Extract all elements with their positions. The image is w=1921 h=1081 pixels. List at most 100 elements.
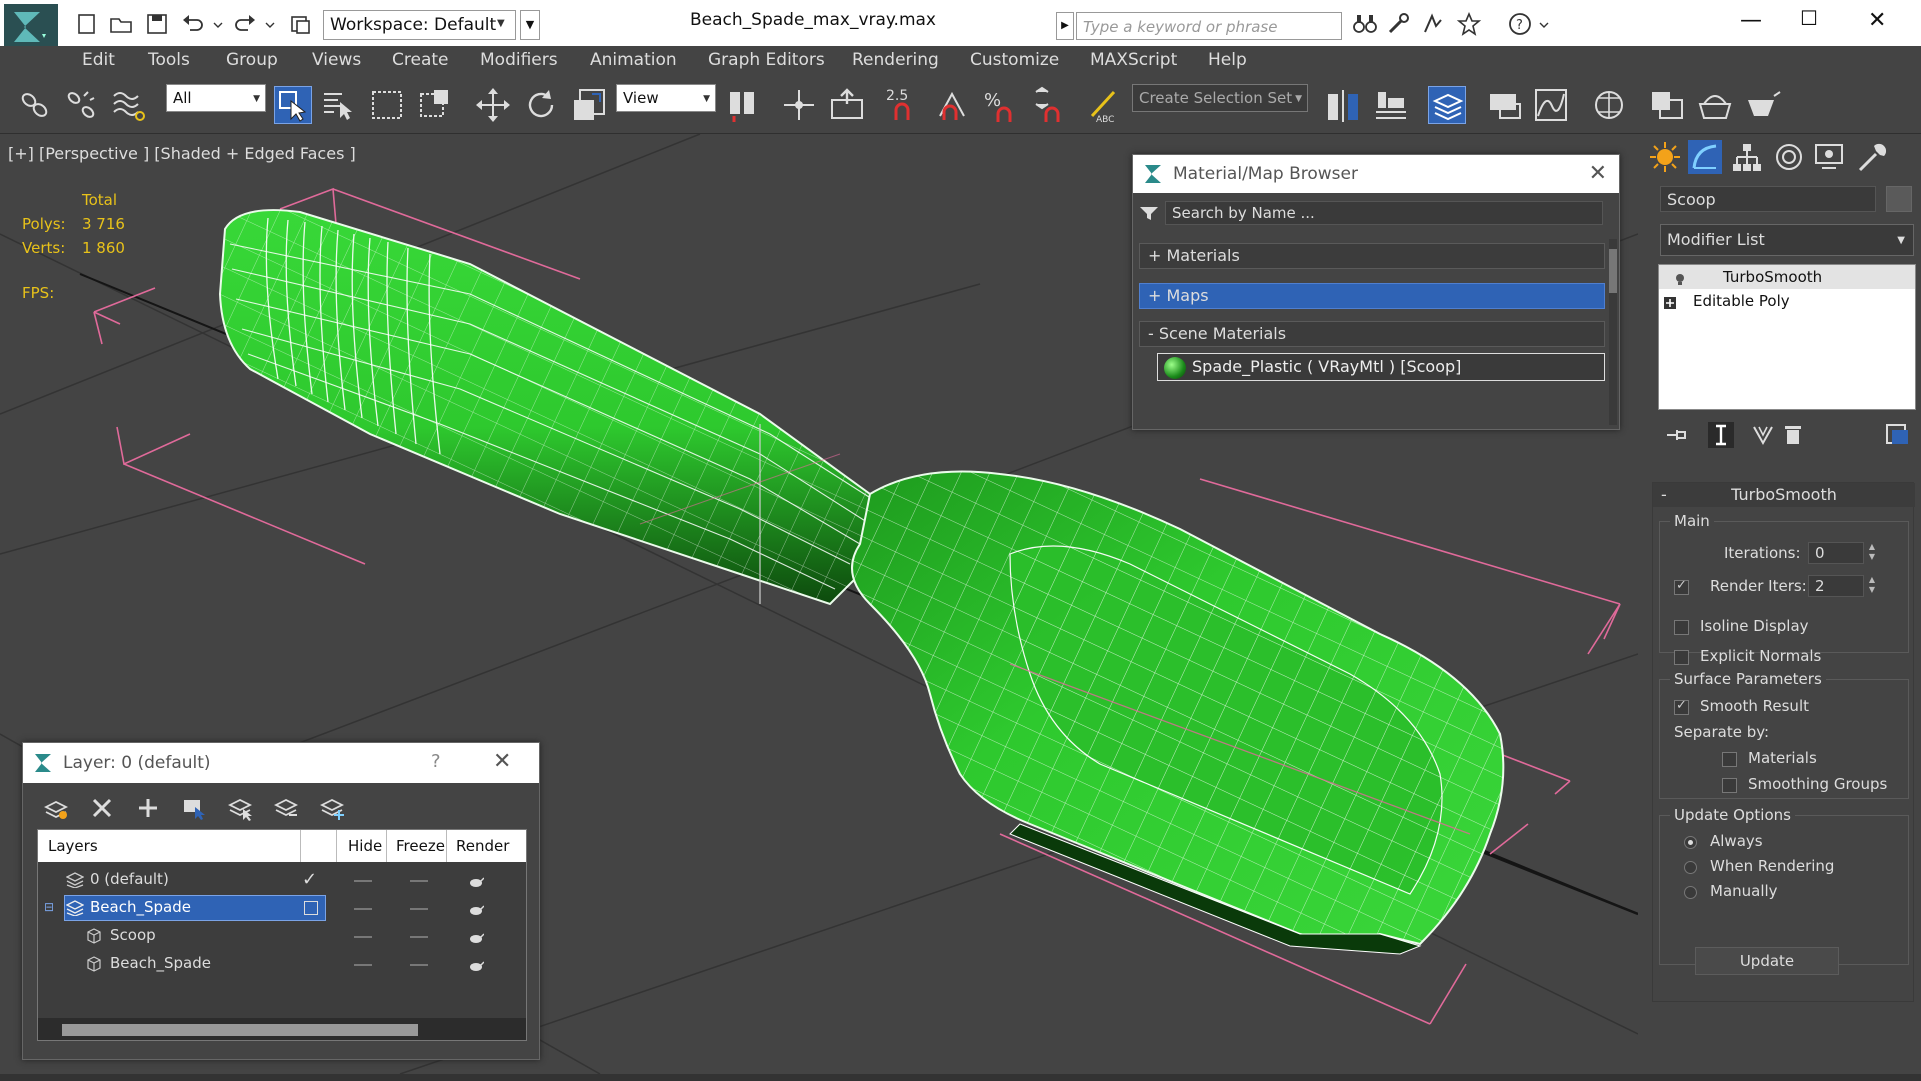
stack-item-editable-poly[interactable]: Editable Poly bbox=[1659, 289, 1915, 313]
explicit-normals-checkbox[interactable] bbox=[1674, 650, 1689, 665]
menu-tools[interactable]: Tools bbox=[148, 50, 190, 70]
angle-snap-icon[interactable] bbox=[934, 86, 972, 124]
separate-materials-checkbox[interactable] bbox=[1722, 752, 1737, 767]
pin-stack-icon[interactable] bbox=[1664, 422, 1690, 448]
help-icon[interactable]: ? bbox=[431, 751, 441, 772]
set-active-layer-checkbox[interactable] bbox=[304, 901, 318, 915]
hide-toggle[interactable] bbox=[354, 880, 372, 882]
hide-toggle[interactable] bbox=[354, 936, 372, 938]
mirror-icon[interactable] bbox=[1324, 86, 1362, 124]
minimize-icon[interactable]: — bbox=[1740, 8, 1762, 33]
select-object-icon[interactable] bbox=[274, 86, 312, 124]
unlink-icon[interactable] bbox=[62, 86, 100, 124]
close-icon[interactable]: ✕ bbox=[1589, 161, 1607, 186]
community-icon[interactable] bbox=[1420, 12, 1446, 36]
update-manually-radio[interactable] bbox=[1684, 886, 1697, 899]
menu-create[interactable]: Create bbox=[392, 50, 449, 70]
freeze-unfreeze-layers-icon[interactable] bbox=[319, 795, 345, 821]
material-search-input[interactable]: Search by Name ... bbox=[1165, 201, 1603, 225]
reference-coordinate-dropdown[interactable]: View ▼ bbox=[616, 84, 716, 112]
column-layers[interactable]: Layers bbox=[48, 837, 98, 855]
category-maps[interactable]: + Maps bbox=[1139, 283, 1605, 309]
menu-group[interactable]: Group bbox=[226, 50, 278, 70]
update-when-rendering-radio[interactable] bbox=[1684, 861, 1697, 874]
scene-material-item[interactable]: Spade_Plastic ( VRayMtl ) [Scoop] bbox=[1157, 353, 1605, 381]
hide-toggle[interactable] bbox=[354, 908, 372, 910]
material-browser-scrollbar[interactable] bbox=[1609, 239, 1617, 425]
named-selection-set-dropdown[interactable]: Create Selection Set ▼ bbox=[1132, 84, 1308, 112]
align-icon[interactable] bbox=[1372, 86, 1410, 124]
workspace-more-icon[interactable]: ▼ bbox=[520, 10, 540, 40]
collapse-minus-icon[interactable]: ⊟ bbox=[44, 900, 54, 914]
render-iters-checkbox[interactable] bbox=[1674, 578, 1689, 595]
favorites-star-icon[interactable] bbox=[1456, 11, 1482, 36]
column-freeze[interactable]: Freeze bbox=[396, 837, 445, 855]
teapot-render-icon[interactable] bbox=[468, 958, 485, 971]
render-iters-spinner-arrows-icon[interactable]: ▲ ▼ bbox=[1866, 575, 1878, 597]
teapot-render-icon[interactable] bbox=[468, 874, 485, 887]
column-hide[interactable]: Hide bbox=[348, 837, 382, 855]
scene-explorer-layers-icon[interactable] bbox=[1428, 86, 1466, 124]
render-production-icon[interactable] bbox=[1744, 86, 1782, 124]
freeze-toggle[interactable] bbox=[410, 936, 428, 938]
edit-named-selection-icon[interactable]: ABC bbox=[1086, 86, 1124, 125]
layer-row-scoop[interactable]: Scoop bbox=[38, 922, 526, 950]
close-icon[interactable]: ✕ bbox=[493, 749, 511, 774]
make-unique-icon[interactable] bbox=[1750, 422, 1776, 448]
menu-views[interactable]: Views bbox=[312, 50, 361, 70]
isoline-display-checkbox[interactable] bbox=[1674, 620, 1689, 635]
scrollbar-thumb[interactable] bbox=[1609, 249, 1617, 293]
open-folder-icon[interactable] bbox=[108, 12, 134, 36]
layer-row-default[interactable]: 0 (default) ✓ bbox=[38, 866, 526, 894]
create-tab-icon[interactable] bbox=[1648, 140, 1682, 174]
freeze-toggle[interactable] bbox=[410, 964, 428, 966]
show-end-result-icon[interactable] bbox=[1708, 422, 1734, 448]
add-to-layer-icon[interactable] bbox=[135, 795, 161, 821]
material-editor-icon[interactable] bbox=[1648, 86, 1686, 124]
expand-plus-icon[interactable] bbox=[1663, 293, 1677, 309]
snaps-toggle-icon[interactable]: 2.5 bbox=[884, 86, 922, 124]
smooth-result-checkbox[interactable] bbox=[1674, 698, 1689, 715]
rectangular-selection-icon[interactable] bbox=[368, 86, 406, 124]
category-materials[interactable]: + Materials bbox=[1139, 243, 1605, 269]
viewport-label[interactable]: [+] [Perspective ] [Shaded + Edged Faces… bbox=[8, 144, 356, 163]
delete-layer-icon[interactable] bbox=[89, 795, 115, 821]
freeze-toggle[interactable] bbox=[410, 908, 428, 910]
hide-unhide-layers-icon[interactable] bbox=[273, 795, 299, 821]
select-objects-in-layer-icon[interactable] bbox=[181, 795, 207, 821]
rotate-icon[interactable] bbox=[522, 86, 560, 124]
layer-row-beach-spade-object[interactable]: Beach_Spade bbox=[38, 950, 526, 978]
layer-table-horizontal-scrollbar[interactable] bbox=[38, 1018, 526, 1040]
keyboard-shortcut-override-icon[interactable] bbox=[828, 86, 866, 124]
new-file-icon[interactable] bbox=[74, 12, 100, 36]
toggle-ribbon-icon[interactable] bbox=[1486, 86, 1524, 124]
project-folder-icon[interactable] bbox=[288, 12, 314, 36]
help-icon[interactable]: ? bbox=[1508, 12, 1534, 36]
display-tab-icon[interactable] bbox=[1812, 140, 1846, 174]
freeze-toggle[interactable] bbox=[410, 880, 428, 882]
iterations-spinner-arrows-icon[interactable]: ▲ ▼ bbox=[1866, 542, 1878, 564]
menu-maxscript[interactable]: MAXScript bbox=[1090, 50, 1177, 70]
object-name-field[interactable]: Scoop bbox=[1660, 186, 1876, 212]
hide-toggle[interactable] bbox=[354, 964, 372, 966]
workspace-chevron-down-icon[interactable]: ▼ bbox=[497, 18, 505, 29]
menu-modifiers[interactable]: Modifiers bbox=[480, 50, 558, 70]
update-button[interactable]: Update bbox=[1695, 947, 1839, 975]
update-always-radio[interactable] bbox=[1684, 836, 1697, 849]
turbosmooth-rollout-header[interactable]: - TurboSmooth bbox=[1653, 483, 1915, 507]
pivot-center-icon[interactable] bbox=[724, 86, 762, 124]
teapot-render-icon[interactable] bbox=[468, 902, 485, 915]
category-scene-materials[interactable]: - Scene Materials bbox=[1139, 321, 1605, 347]
redo-history-chevron-down-icon[interactable] bbox=[264, 12, 276, 36]
app-logo[interactable] bbox=[4, 4, 58, 52]
help-chevron-down-icon[interactable] bbox=[1538, 12, 1550, 36]
filter-funnel-icon[interactable] bbox=[1139, 205, 1159, 225]
undo-icon[interactable] bbox=[180, 12, 206, 36]
workspace-dropdown[interactable]: Workspace: Default bbox=[323, 10, 516, 40]
menu-graph-editors[interactable]: Graph Editors bbox=[708, 50, 825, 70]
utilities-tab-icon[interactable] bbox=[1854, 140, 1888, 174]
layer-explorer-titlebar[interactable]: Layer: 0 (default) ? ✕ bbox=[23, 743, 539, 783]
search-play-icon[interactable]: ▶ bbox=[1056, 12, 1074, 40]
select-and-manipulate-icon[interactable] bbox=[780, 86, 818, 124]
menu-rendering[interactable]: Rendering bbox=[852, 50, 939, 70]
